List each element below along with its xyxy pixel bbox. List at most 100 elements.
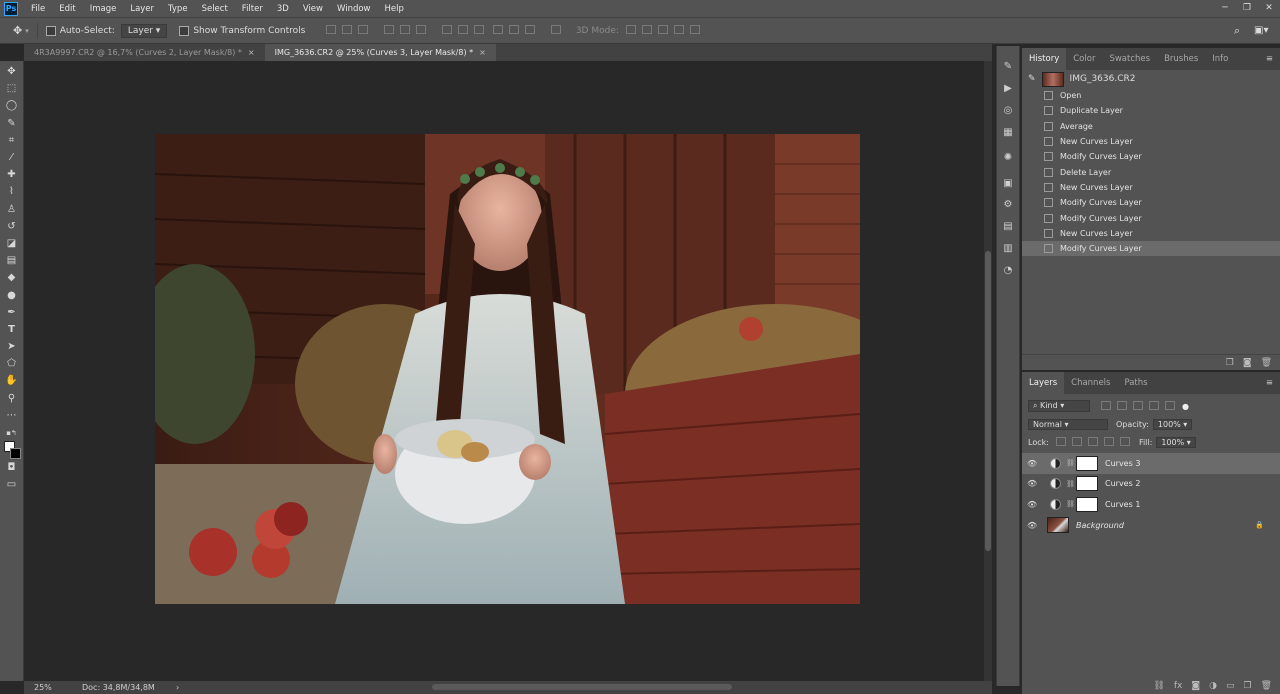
minimize-button[interactable]: ─ [1214, 0, 1236, 17]
layer-name[interactable]: Background [1076, 521, 1124, 530]
filter-toggle-icon[interactable]: ● [1182, 402, 1189, 411]
tab-document-1[interactable]: 4R3A9997.CR2 @ 16,7% (Curves 2, Layer Ma… [24, 44, 265, 61]
trash-icon[interactable]: 🗑 [1261, 681, 1272, 691]
workspace-icon[interactable]: ▣▾ [1254, 25, 1268, 36]
visibility-eye-icon[interactable]: 👁 [1027, 459, 1037, 468]
history-brush-source-icon[interactable]: ✎ [1028, 74, 1036, 84]
new-snapshot-icon[interactable]: ◙ [1243, 358, 1252, 368]
menu-select[interactable]: Select [195, 4, 235, 14]
layer-name[interactable]: Curves 1 [1105, 500, 1140, 509]
filter-kind-select[interactable]: ⌕ Kind ▾ [1028, 400, 1090, 412]
menu-view[interactable]: View [296, 4, 330, 14]
history-state[interactable]: Modify Curves Layer [1022, 240, 1280, 257]
move-tool-icon[interactable]: ✥ [5, 65, 19, 79]
quick-mask-icon[interactable]: ◘ [5, 461, 19, 475]
menu-filter[interactable]: Filter [235, 4, 270, 14]
history-snapshot[interactable]: ✎ IMG_3636.CR2 [1022, 70, 1280, 88]
history-state[interactable]: New Curves Layer [1022, 226, 1280, 241]
gradient-tool-icon[interactable]: ▤ [5, 254, 19, 268]
history-state[interactable]: New Curves Layer [1022, 180, 1280, 195]
path-selection-tool-icon[interactable]: ➤ [5, 340, 19, 354]
eyedropper-tool-icon[interactable]: ⁄ [5, 151, 19, 165]
lock-icons[interactable] [1053, 436, 1133, 448]
curves-adjustment-icon[interactable] [1050, 457, 1061, 469]
maximize-button[interactable]: ❐ [1236, 0, 1258, 17]
close-button[interactable]: ✕ [1258, 0, 1280, 17]
tab-color[interactable]: Color [1066, 48, 1102, 70]
play-actions-icon[interactable]: ▶ [1002, 82, 1015, 95]
menu-help[interactable]: Help [378, 4, 411, 14]
menu-edit[interactable]: Edit [52, 4, 82, 14]
layer-mask-thumbnail[interactable] [1076, 476, 1098, 492]
screen-mode-icon[interactable]: ▭ [5, 478, 19, 492]
move-tool-icon[interactable]: ✥ [13, 24, 22, 37]
timeline-icon[interactable]: ▦ [1002, 126, 1015, 139]
panel-menu-icon[interactable]: ≡ [1259, 372, 1280, 394]
tab-info[interactable]: Info [1205, 48, 1235, 70]
eraser-tool-icon[interactable]: ◪ [5, 236, 19, 250]
history-state[interactable]: Average [1022, 119, 1280, 134]
adjustments-icon[interactable]: ✺ [1002, 151, 1015, 164]
menu-image[interactable]: Image [83, 4, 124, 14]
tab-history[interactable]: History [1022, 48, 1067, 70]
glyphs-icon[interactable]: ▤ [1002, 220, 1015, 233]
more-tools-icon[interactable]: ⋯ [5, 408, 19, 422]
layer-filter-icons[interactable] [1098, 400, 1178, 412]
hand-tool-icon[interactable]: ✋ [5, 374, 19, 388]
curves-adjustment-icon[interactable] [1050, 478, 1061, 490]
search-icon[interactable]: ⌕ [1234, 24, 1240, 38]
type-tool-icon[interactable]: T [5, 322, 19, 336]
shape-tool-icon[interactable]: ⬠ [5, 357, 19, 371]
history-brush-tool-icon[interactable]: ↺ [5, 219, 19, 233]
menu-window[interactable]: Window [330, 4, 378, 14]
mask-link-icon[interactable]: ⛓ [1066, 500, 1075, 508]
color-swatches[interactable] [3, 441, 21, 460]
link-icon[interactable]: ⛓ [1153, 681, 1164, 691]
status-menu-arrow[interactable]: › [176, 683, 179, 692]
libraries-icon[interactable]: ▣ [1002, 177, 1015, 190]
history-state[interactable]: New Curves Layer [1022, 134, 1280, 149]
document-image[interactable] [155, 134, 860, 604]
history-state[interactable]: Open [1022, 88, 1280, 103]
group-icon[interactable]: ▭ [1226, 681, 1235, 691]
clone-stamp-tool-icon[interactable]: ♙ [5, 202, 19, 216]
brush-settings-icon[interactable]: ✎ [1002, 60, 1015, 73]
menu-layer[interactable]: Layer [123, 4, 161, 14]
zoom-tool-icon[interactable]: ⚲ [5, 391, 19, 405]
lasso-tool-icon[interactable]: ◯ [5, 99, 19, 113]
properties-icon[interactable]: ⚙ [1002, 198, 1015, 211]
zoom-level[interactable]: 25% [34, 683, 76, 692]
dodge-tool-icon[interactable]: ● [5, 288, 19, 302]
align-icons[interactable] [323, 24, 564, 37]
pen-tool-icon[interactable]: ✒ [5, 305, 19, 319]
scrollbar-thumb[interactable] [985, 251, 991, 551]
3d-icon[interactable]: ◎ [1002, 104, 1015, 117]
tab-channels[interactable]: Channels [1064, 372, 1117, 394]
panel-menu-icon[interactable]: ≡ [1259, 48, 1280, 70]
history-state[interactable]: Modify Curves Layer [1022, 149, 1280, 164]
mask-link-icon[interactable]: ⛓ [1066, 459, 1075, 467]
fx-icon[interactable]: fx [1174, 681, 1183, 691]
auto-select-target-select[interactable]: Layer ▾ [120, 23, 168, 38]
history-state[interactable]: Delete Layer [1022, 164, 1280, 179]
layer-row[interactable]: 👁 ⛓ Curves 1 [1022, 494, 1280, 515]
adjustment-icon[interactable]: ◑ [1209, 681, 1217, 691]
tool-preset-dropdown-icon[interactable]: ▾ [25, 27, 29, 35]
tab-brushes[interactable]: Brushes [1157, 48, 1205, 70]
character-icon[interactable]: ◔ [1002, 264, 1015, 277]
crop-tool-icon[interactable]: ⌗ [5, 133, 19, 147]
tab-close-icon[interactable]: × [479, 48, 486, 57]
fill-input[interactable]: 100% ▾ [1156, 436, 1196, 448]
layer-row[interactable]: 👁 Background 🔒 [1022, 515, 1280, 536]
default-colors-icon[interactable]: ▪↰ [5, 426, 19, 440]
auto-select-checkbox[interactable] [45, 25, 56, 36]
opacity-input[interactable]: 100% ▾ [1152, 418, 1193, 430]
healing-brush-tool-icon[interactable]: ✚ [5, 168, 19, 182]
visibility-eye-icon[interactable]: 👁 [1027, 521, 1037, 530]
history-state[interactable]: Duplicate Layer [1022, 103, 1280, 118]
layer-mask-thumbnail[interactable] [1076, 496, 1098, 512]
layer-name[interactable]: Curves 2 [1105, 479, 1140, 488]
3d-mode-icons[interactable] [623, 24, 703, 37]
layer-mask-thumbnail[interactable] [1076, 455, 1098, 471]
mask-icon[interactable]: ◙ [1191, 681, 1200, 691]
